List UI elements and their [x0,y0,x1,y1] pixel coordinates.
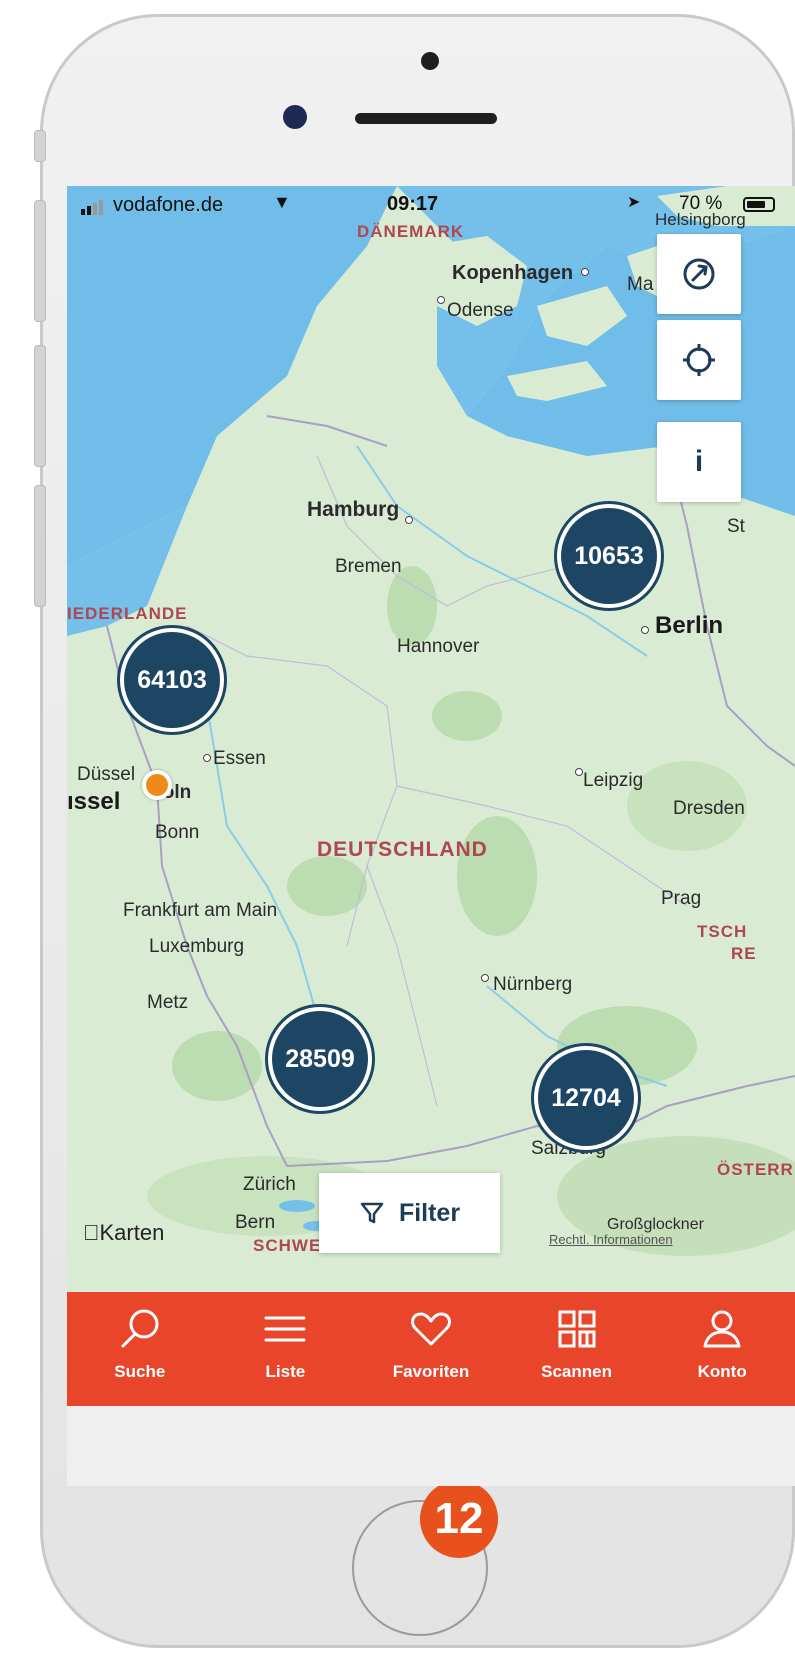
cluster-marker-nrw[interactable]: 64103 [124,632,220,728]
apple-maps-logo: Karten [83,1220,164,1246]
tab-suche[interactable]: Suche [67,1292,213,1406]
app-screen: vodafone.de ▼ 09:17 ➤ 70 % DÄNEMARK Hels… [67,186,795,1486]
filter-button[interactable]: Filter [319,1173,500,1253]
map-label-bern: Bern [235,1212,276,1233]
map-label-helsingborg: Helsingborg [655,210,746,229]
apple-maps-label: Karten [83,1220,165,1245]
tab-label: Favoriten [392,1362,470,1381]
list-icon [264,1316,306,1342]
tab-liste[interactable]: Liste [213,1292,359,1406]
map-label-nuernberg: Nürnberg [493,974,573,995]
legal-info-link[interactable]: Rechtl. Informationen [549,1232,673,1247]
cluster-marker-southwest[interactable]: 28509 [272,1011,368,1107]
city-dot [437,296,445,304]
cluster-marker-berlin[interactable]: 10653 [561,508,657,604]
rotate-map-button[interactable] [657,234,741,314]
map-label-bonn: Bonn [155,822,200,843]
map-label-deutschland: DEUTSCHLAND [317,838,488,861]
tab-label: Konto [697,1362,747,1381]
map-label-re: RE [731,944,757,963]
location-arrow-icon: ➤ [627,194,641,211]
map-label-leipzig: Leipzig [583,770,644,791]
map-label-stettin: St [727,516,745,537]
city-dot [405,516,413,524]
map-label-bremen: Bremen [335,556,402,577]
map-label-hamburg: Hamburg [307,498,400,521]
rotation-arrow-icon [683,258,715,290]
cluster-marker-bavaria[interactable]: 12704 [538,1050,634,1146]
clock: 09:17 [387,193,439,215]
map-label-daenemark: DÄNEMARK [357,222,465,241]
current-location-pin[interactable] [142,770,172,800]
tab-label: Liste [265,1362,306,1381]
tab-konto[interactable]: Konto [649,1292,795,1406]
city-dot [641,626,649,634]
tab-favoriten[interactable]: Favoriten [358,1292,504,1406]
screen-bottom-area [67,1406,795,1486]
step-number-badge: 12 [420,1480,498,1558]
map-label-malmoe: Ma [627,274,654,295]
map-label-dresden: Dresden [673,798,745,819]
city-dot [481,974,489,982]
filter-label: Filter [398,1198,461,1227]
user-icon [703,1310,741,1348]
city-dot [581,268,589,276]
phone-camera [283,105,307,129]
bottom-tab-bar: Suche Liste Favoriten Scannen Konto [67,1292,795,1406]
map-label-essen: Essen [213,748,266,769]
city-dot [203,754,211,762]
search-icon [121,1309,159,1348]
city-dot [575,768,583,776]
phone-mute-switch [34,130,46,162]
qr-code-icon [558,1310,596,1348]
info-button[interactable]: i [657,422,741,502]
phone-volume-up [34,200,46,322]
map-label-duesseldorf: Düssel [77,764,136,785]
map-label-tsch: TSCH [697,922,748,941]
phone-speaker [355,113,497,124]
map-label-odense: Odense [447,300,514,321]
map-label-prag: Prag [661,888,702,909]
battery-icon [743,197,775,212]
heart-icon [411,1312,451,1346]
tab-label: Scannen [541,1362,612,1381]
phone-sensor [421,52,439,70]
wifi-icon: ▼ [273,192,291,212]
map-label-niederlande: IEDERLANDE [67,604,188,623]
map-label-kopenhagen: Kopenhagen [452,262,574,284]
map-label-berlin: Berlin [655,612,724,639]
map-label-hannover: Hannover [397,636,480,657]
map-label-zuerich: Zürich [243,1174,296,1195]
tab-scannen[interactable]: Scannen [504,1292,650,1406]
map-label-oesterreich: ÖSTERR [717,1160,794,1179]
phone-side-button [34,485,46,607]
map-label-metz: Metz [147,992,189,1013]
map-label-issel: ıssel [67,788,121,815]
map-label-frankfurt: Frankfurt am Main [123,900,278,921]
carrier-name: vodafone.de [113,194,224,216]
phone-volume-down [34,345,46,467]
locate-me-button[interactable] [657,320,741,400]
map-label-luxemburg: Luxemburg [149,936,245,957]
crosshair-icon [683,344,715,376]
funnel-icon [360,1202,384,1224]
signal-strength-icon [81,200,103,215]
tab-label: Suche [114,1362,166,1381]
info-icon: i [694,445,704,478]
